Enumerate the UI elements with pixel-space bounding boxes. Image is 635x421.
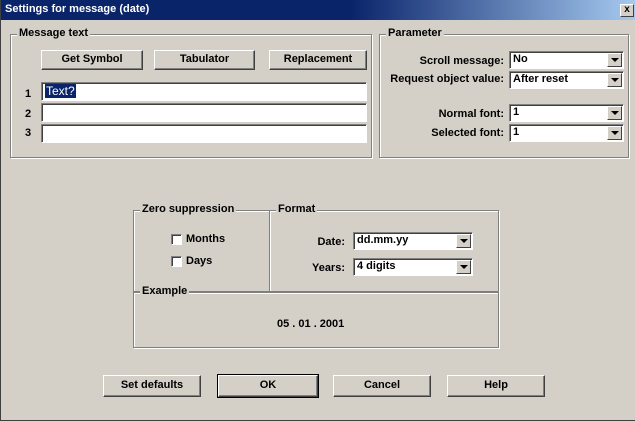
zero-suppression-group-label: Zero suppression xyxy=(140,203,237,215)
years-label: Years: xyxy=(311,262,345,274)
scroll-message-label: Scroll message: xyxy=(419,55,504,67)
set-defaults-button[interactable]: Set defaults xyxy=(103,375,201,397)
chevron-down-icon[interactable] xyxy=(607,73,622,87)
months-checkbox[interactable] xyxy=(171,234,182,245)
help-button[interactable]: Help xyxy=(447,375,545,397)
normal-font-value: 1 xyxy=(513,106,520,118)
close-icon: x xyxy=(624,4,630,15)
format-group-label: Format xyxy=(276,203,318,215)
days-label[interactable]: Days xyxy=(186,255,212,267)
example-group-label: Example xyxy=(140,285,190,297)
years-format-value: 4 digits xyxy=(357,260,396,272)
cancel-button[interactable]: Cancel xyxy=(333,375,431,397)
title-bar[interactable]: Settings for message (date) x xyxy=(1,0,635,20)
format-group: Format xyxy=(269,203,499,292)
ok-button[interactable]: OK xyxy=(217,374,319,398)
example-date-value: 05 . 01 . 2001 xyxy=(277,318,345,330)
replacement-button[interactable]: Replacement xyxy=(269,50,367,70)
chevron-down-icon[interactable] xyxy=(607,53,622,67)
date-label: Date: xyxy=(317,236,345,248)
date-format-select[interactable]: dd.mm.yy xyxy=(353,232,473,250)
message-text-field-2[interactable] xyxy=(41,103,367,122)
message-text-field-3[interactable] xyxy=(41,124,367,143)
selected-font-value: 1 xyxy=(513,126,520,138)
request-object-value-label: Request object value: xyxy=(390,73,504,85)
close-button[interactable]: x xyxy=(620,4,634,17)
selected-font-label: Selected font: xyxy=(431,127,504,139)
row-number-1: 1 xyxy=(25,88,32,100)
chevron-down-icon[interactable] xyxy=(607,126,622,140)
row-number-3: 3 xyxy=(25,127,32,139)
normal-font-label: Normal font: xyxy=(438,108,504,120)
tabulator-button[interactable]: Tabulator xyxy=(154,50,255,70)
request-object-value-select[interactable]: After reset xyxy=(509,71,624,89)
selected-font-select[interactable]: 1 xyxy=(509,124,624,142)
message-text-value-1: Text? xyxy=(45,84,76,98)
settings-dialog: Settings for message (date) x Message te… xyxy=(0,0,635,421)
request-object-value-value: After reset xyxy=(513,73,569,85)
row-number-2: 2 xyxy=(25,108,32,120)
days-checkbox[interactable] xyxy=(171,256,182,267)
scroll-message-value: No xyxy=(513,53,528,65)
get-symbol-button[interactable]: Get Symbol xyxy=(41,50,143,70)
chevron-down-icon[interactable] xyxy=(456,260,471,274)
normal-font-select[interactable]: 1 xyxy=(509,104,624,122)
parameter-group-label: Parameter xyxy=(386,27,444,39)
chevron-down-icon[interactable] xyxy=(607,106,622,120)
years-format-select[interactable]: 4 digits xyxy=(353,258,473,276)
chevron-down-icon[interactable] xyxy=(456,234,471,248)
message-text-group-label: Message text xyxy=(17,27,91,39)
months-label[interactable]: Months xyxy=(186,233,225,245)
date-format-value: dd.mm.yy xyxy=(357,234,409,246)
message-text-field-1[interactable]: Text? xyxy=(41,82,367,101)
window-title: Settings for message (date) xyxy=(5,3,150,15)
scroll-message-select[interactable]: No xyxy=(509,51,624,69)
zero-suppression-group: Zero suppression xyxy=(133,203,270,292)
